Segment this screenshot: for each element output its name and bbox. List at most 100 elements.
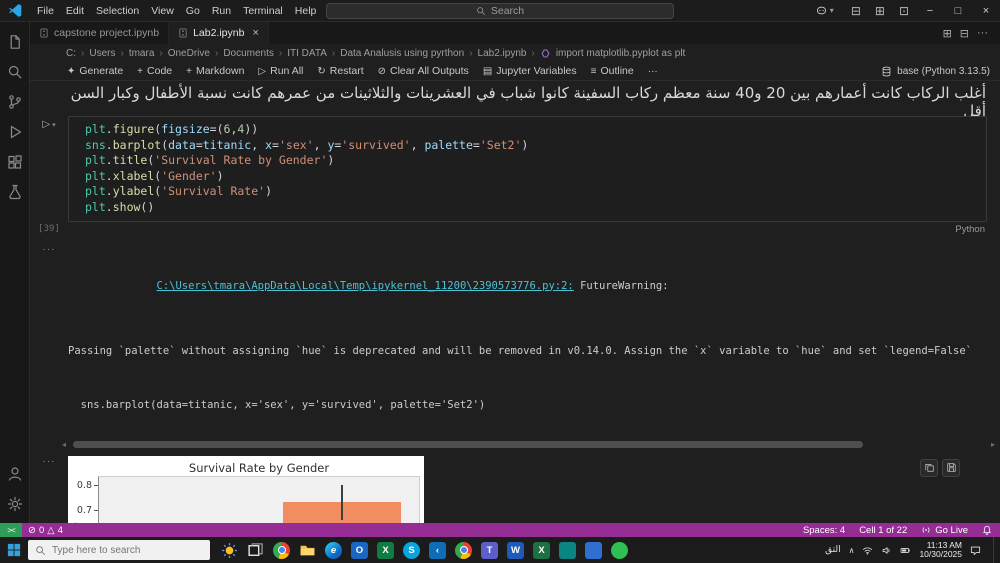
breadcrumb-item[interactable]: C: [66, 48, 76, 59]
notification-icon[interactable] [970, 545, 981, 556]
spaces-indicator[interactable]: Spaces: 4 [803, 525, 845, 536]
taskbar-app-chrome-2[interactable] [455, 542, 472, 559]
breadcrumb-item[interactable]: OneDrive [168, 48, 210, 59]
start-button[interactable] [2, 537, 26, 563]
taskbar-app-interests[interactable] [221, 542, 238, 559]
toolbar-run-all[interactable]: ▷Run All [251, 65, 310, 77]
code-line[interactable]: plt.show() [85, 200, 986, 216]
breadcrumb-item[interactable]: Lab2.ipynb [478, 48, 527, 59]
chevron-down-icon[interactable]: ▾ [830, 6, 844, 15]
taskbar-app-teams[interactable]: T [481, 542, 498, 559]
extensions-icon[interactable] [0, 147, 30, 177]
close-button[interactable]: × [972, 0, 1000, 22]
toolbar-jupyter-variables[interactable]: ▤Jupyter Variables [476, 65, 584, 77]
remote-indicator[interactable]: >< [0, 523, 22, 537]
menu-selection[interactable]: Selection [90, 5, 145, 17]
markdown-cell[interactable]: أغلب الركاب كانت أعمارهم بين 20 و40 سنة … [30, 81, 1000, 111]
taskbar-app-whatsapp[interactable] [611, 542, 628, 559]
menu-go[interactable]: Go [180, 5, 206, 17]
scroll-left-icon[interactable]: ◂ [60, 440, 68, 449]
tab-lab2[interactable]: Lab2.ipynb × [169, 22, 269, 44]
breadcrumb-item[interactable]: tmara [129, 48, 155, 59]
tab-capstone-project[interactable]: capstone project.ipynb [30, 22, 169, 44]
taskbar-app-edge[interactable]: e [325, 542, 342, 559]
battery-icon[interactable] [900, 545, 911, 556]
toolbar-restart[interactable]: ↻Restart [310, 65, 370, 77]
breadcrumb-item[interactable]: Documents [223, 48, 274, 59]
explorer-icon[interactable] [0, 27, 30, 57]
warning-file-link[interactable]: C:\Users\tmara\AppData\Local\Temp\ipyker… [157, 280, 574, 292]
split-editor-icon[interactable]: ⊞ [939, 27, 956, 40]
code-line[interactable]: sns.barplot(data=titanic, x='sex', y='su… [85, 138, 986, 154]
taskbar-app-excel[interactable]: X [377, 542, 394, 559]
copy-output-button[interactable] [920, 459, 938, 477]
taskbar-app-app-teal[interactable] [559, 542, 576, 559]
problems-indicator[interactable]: ⊘ 0 △ 4 [22, 525, 69, 536]
code-line[interactable]: plt.xlabel('Gender') [85, 169, 986, 185]
run-dropdown-icon[interactable]: ▾ [52, 121, 56, 129]
testing-icon[interactable] [0, 177, 30, 207]
cell-language-picker[interactable]: Python [955, 222, 985, 238]
tray-status-text[interactable]: التق [825, 545, 840, 555]
toolbar-more-actions[interactable]: ··· [641, 66, 665, 77]
settings-icon[interactable] [0, 489, 30, 519]
scrollbar-track[interactable] [71, 441, 986, 448]
go-live-button[interactable]: Go Live [921, 525, 968, 536]
taskbar-app-chrome[interactable] [273, 542, 290, 559]
code-line[interactable]: plt.title('Survival Rate by Gender') [85, 153, 986, 169]
taskbar-search-input[interactable] [52, 545, 192, 556]
toggle-layout-icon[interactable]: ⊟ [956, 27, 973, 40]
hidden-icons-chevron[interactable]: ∧ [849, 546, 855, 555]
menu-edit[interactable]: Edit [60, 5, 90, 17]
scrollbar-thumb[interactable] [73, 441, 863, 448]
command-center-search[interactable]: Search [326, 3, 674, 19]
more-actions-icon[interactable]: ··· [973, 27, 992, 39]
taskbar-app-word[interactable]: W [507, 542, 524, 559]
toggle-panel-icon[interactable]: ⊞ [868, 4, 892, 18]
account-icon[interactable] [0, 459, 30, 489]
taskbar-app-file-explorer[interactable] [299, 542, 316, 559]
run-cell-button[interactable]: ▷ ▾ [42, 116, 55, 130]
source-control-icon[interactable] [0, 87, 30, 117]
copilot-icon[interactable] [813, 4, 830, 17]
menu-help[interactable]: Help [289, 5, 323, 17]
minimize-button[interactable]: − [916, 0, 944, 22]
breadcrumb-symbol-label[interactable]: import matplotlib.pyplot as plt [556, 48, 686, 59]
breadcrumb-item[interactable]: ITI DATA [287, 48, 327, 59]
output-collapse-handle[interactable]: ··· [30, 456, 68, 523]
breadcrumb-item[interactable]: Users [89, 48, 115, 59]
taskbar-clock[interactable]: 11:13 AM 10/30/2025 [919, 541, 962, 560]
code-editor[interactable]: plt.figure(figsize=(6,4))sns.barplot(dat… [68, 116, 987, 222]
output-collapse-handle[interactable]: ··· [30, 244, 68, 435]
taskbar-app-vscode[interactable]: ‹ [429, 542, 446, 559]
maximize-button[interactable]: □ [944, 0, 972, 22]
taskbar-search[interactable] [28, 540, 210, 560]
menu-terminal[interactable]: Terminal [237, 5, 289, 17]
menu-view[interactable]: View [145, 5, 180, 17]
breadcrumb-item[interactable]: Data Analusis using pyrthon [340, 48, 464, 59]
taskbar-app-outlook[interactable]: O [351, 542, 368, 559]
taskbar-app-photos[interactable] [585, 542, 602, 559]
close-tab-icon[interactable]: × [252, 27, 258, 39]
menu-file[interactable]: File [31, 5, 60, 17]
toolbar-outline[interactable]: ≡Outline [584, 65, 641, 77]
kernel-picker[interactable]: base (Python 3.13.5) [881, 66, 1000, 77]
toggle-sidebar-icon[interactable]: ⊟ [844, 4, 868, 18]
run-debug-icon[interactable] [0, 117, 30, 147]
code-line[interactable]: plt.figure(figsize=(6,4)) [85, 122, 986, 138]
cell-indicator[interactable]: Cell 1 of 22 [859, 525, 907, 536]
toolbar-clear-all-outputs[interactable]: ⊘Clear All Outputs [371, 65, 476, 77]
code-line[interactable]: plt.ylabel('Survival Rate') [85, 184, 986, 200]
show-desktop-button[interactable] [993, 537, 997, 563]
search-icon[interactable] [0, 57, 30, 87]
taskbar-app-skype[interactable]: S [403, 542, 420, 559]
notifications-bell[interactable] [982, 525, 992, 535]
speaker-icon[interactable] [881, 545, 892, 556]
wifi-icon[interactable] [862, 545, 873, 556]
taskbar-app-task-view[interactable] [247, 542, 264, 559]
menu-run[interactable]: Run [206, 5, 237, 17]
save-output-button[interactable] [942, 459, 960, 477]
toolbar-add-markdown[interactable]: +Markdown [179, 65, 251, 77]
customize-layout-icon[interactable]: ⊡ [892, 4, 916, 18]
taskbar-app-excel-2[interactable]: X [533, 542, 550, 559]
